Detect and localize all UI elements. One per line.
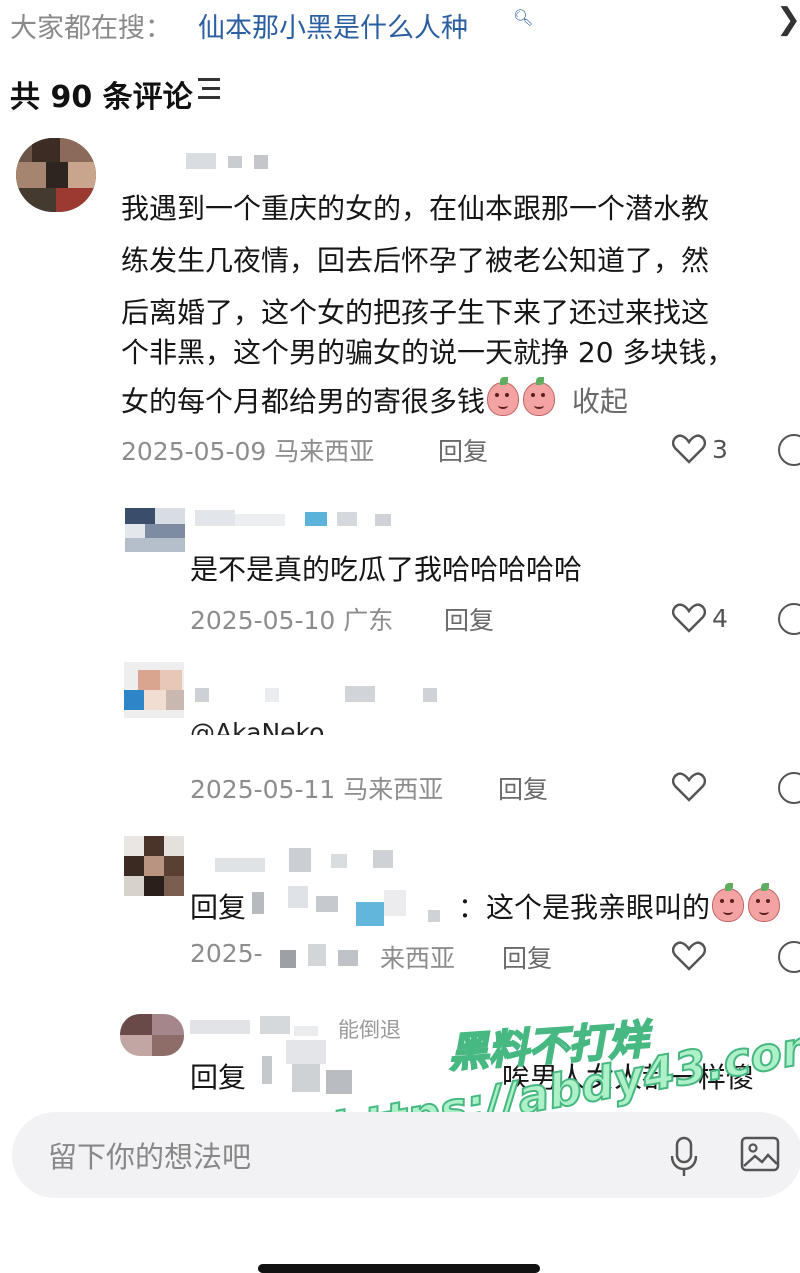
reply-prefix: 回复 [190,891,247,924]
reply-text: ：这个是我亲眼叫的 [458,891,711,924]
search-icon: 🔍︎ [513,8,534,27]
reply-button[interactable]: 回复 [438,432,488,468]
home-indicator[interactable] [258,1264,540,1273]
dislike-icon[interactable] [778,941,800,973]
reply-button[interactable]: 回复 [502,939,552,975]
reply-button[interactable]: 回复 [444,601,494,637]
comment-location: 马来西亚 [274,437,375,466]
image-icon[interactable] [740,1134,780,1174]
like-count: 4 [712,604,728,633]
comment-location: 广东 [343,606,394,635]
comment-text-line: 练发生几夜情，回去后怀孕了被老公知道了，然 [121,244,710,277]
microphone-icon[interactable] [668,1136,700,1178]
peach-emoji-icon [712,883,745,922]
reply-prefix: 回复 [190,1061,247,1094]
comment-text-last-line: 女的每个月都给男的寄很多钱 收起 [121,376,628,428]
comment-date-partial: 2025- [190,939,263,968]
reply-text: 是不是真的吃瓜了我哈哈哈哈哈 [190,553,583,586]
comment-text-line: 女的每个月都给男的寄很多钱 [121,385,486,418]
comment-location: 马来西亚 [343,775,444,804]
username-redacted[interactable] [195,848,445,872]
chevron-right-icon[interactable]: ❯ [776,2,800,37]
dislike-icon[interactable] [778,772,800,804]
username-redacted[interactable] [186,153,276,169]
comment-meta: 2025-05-11 马来西亚 [190,770,443,806]
comment-text-line: 个非黑，这个男的骗女的说一天就挣 20 多块钱， [121,336,735,369]
reply-text-line: 回复 [190,1052,246,1104]
sort-icon[interactable] [198,76,224,102]
reply-text-body: ：这个是我亲眼叫的 [458,882,782,934]
avatar[interactable] [124,836,184,896]
dislike-icon[interactable] [778,603,800,635]
avatar[interactable] [125,508,185,552]
avatar[interactable] [124,662,184,718]
mentioned-user-redacted[interactable] [252,886,452,942]
reply-button[interactable]: 回复 [498,770,548,806]
peach-emoji-icon [523,377,556,416]
comment-input-placeholder[interactable]: 留下你的想法吧 [48,1134,251,1176]
dislike-icon[interactable] [778,434,800,466]
search-suggestion-bar[interactable]: 大家都在搜： 仙本那小黑是什么人种 🔍︎ ❯ [0,0,800,48]
collapse-button[interactable]: 收起 [572,385,628,418]
comment-meta: 2025-05-09 马来西亚 [121,432,374,468]
username-redacted[interactable] [190,1016,330,1036]
peach-emoji-icon [487,377,520,416]
like-heart-icon[interactable] [672,941,706,971]
peach-emoji-icon [748,883,781,922]
comment-meta: 2025- [190,939,263,968]
like-heart-icon[interactable] [672,772,706,802]
comment-text-line: 我遇到一个重庆的女的，在仙本跟那一个潜水教 [121,192,710,225]
like-count: 3 [712,435,728,464]
search-suggestion-term[interactable]: 仙本那小黑是什么人种 [198,6,468,45]
comment-date: 2025-05-10 [190,606,336,635]
date-redacted [268,936,378,972]
username-redacted[interactable] [195,686,445,704]
username-redacted[interactable] [195,510,395,540]
comment-date: 2025-05-09 [121,437,267,466]
reply-text-line: 回复 [190,882,246,934]
comment-count-title: 共 90 条评论 [10,80,193,115]
comment-date: 2025-05-11 [190,775,336,804]
like-heart-icon[interactable] [672,434,706,464]
like-heart-icon[interactable] [672,603,706,633]
avatar[interactable] [120,1014,184,1056]
comment-meta: 2025-05-10 广东 [190,601,393,637]
search-suggestion-prefix: 大家都在搜： [10,13,172,44]
comment-location-partial: 来西亚 [380,944,456,973]
mention-text[interactable]: @AkaNeko [190,707,324,735]
avatar[interactable] [16,138,96,212]
